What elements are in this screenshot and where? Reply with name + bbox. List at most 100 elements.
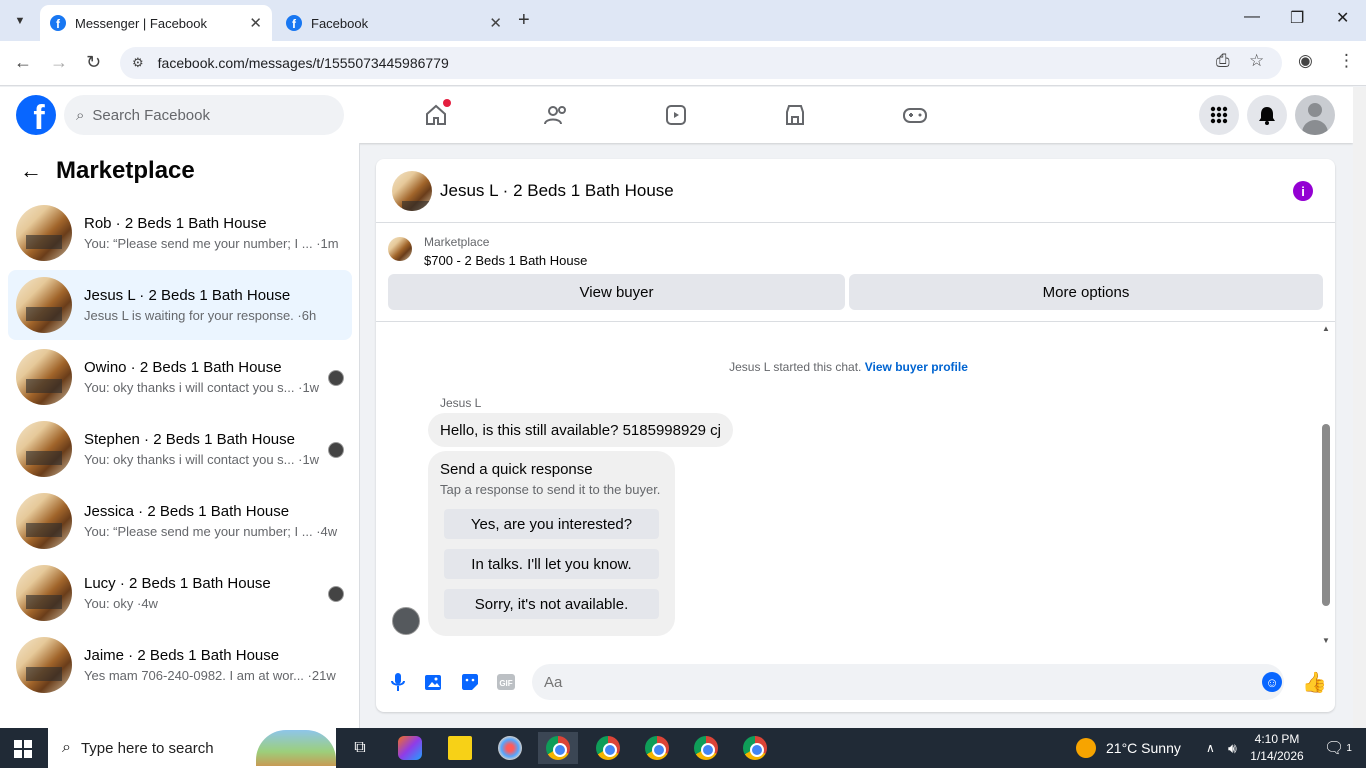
minimize-button[interactable]: —	[1244, 8, 1260, 26]
thumbs-up-icon[interactable]: 👍	[1302, 670, 1327, 695]
volume-icon[interactable]: 🔊︎	[1228, 728, 1237, 768]
microphone-icon[interactable]	[388, 672, 408, 692]
paint-app-icon[interactable]	[490, 732, 530, 764]
chrome-app-icon[interactable]	[538, 732, 578, 764]
sticky-notes-icon[interactable]	[440, 732, 480, 764]
quick-response-in-talks[interactable]: In talks. I'll let you know.	[444, 549, 659, 579]
browser-tab-bar: ▼ f Messenger | Facebook ✕ f Facebook ✕ …	[0, 0, 1366, 41]
show-hidden-icons[interactable]: ∧	[1206, 728, 1215, 768]
conversation-preview: You: oky ·4w	[84, 596, 158, 611]
tab-facebook[interactable]: f Facebook ✕	[276, 5, 512, 41]
reload-button[interactable]: ↻	[86, 52, 101, 73]
url-field[interactable]: ⚙ facebook.com/messages/t/15550734459867…	[120, 47, 1282, 79]
site-info-icon[interactable]: ⚙	[132, 55, 144, 71]
listing-thumbnail	[16, 421, 72, 477]
scroll-thumb[interactable]	[1322, 424, 1330, 606]
conversation-preview: You: oky thanks i will contact you s... …	[84, 380, 320, 395]
account-avatar[interactable]	[1295, 95, 1335, 135]
close-window-button[interactable]: ✕	[1336, 8, 1349, 28]
listing-thumbnail	[16, 565, 72, 621]
started-text: Jesus L started this chat.	[729, 360, 862, 374]
tab-title: Facebook	[311, 15, 369, 31]
restore-button[interactable]: ❐	[1290, 8, 1304, 28]
view-buyer-profile-link[interactable]: View buyer profile	[865, 360, 968, 374]
facebook-logo-icon[interactable]: f	[16, 95, 56, 135]
photo-icon[interactable]	[424, 672, 444, 692]
listing-price[interactable]: $700 - 2 Beds 1 Bath House	[424, 253, 587, 268]
listing-thumbnail	[16, 493, 72, 549]
taskbar-clock[interactable]: 4:10 PM 1/14/2026	[1244, 731, 1310, 765]
weather-text: 21°C Sunny	[1106, 740, 1181, 756]
quick-response-not-available[interactable]: Sorry, it's not available.	[444, 589, 659, 619]
sender-avatar[interactable]	[392, 607, 420, 635]
profile-icon[interactable]: ◉	[1298, 51, 1313, 71]
tab-search-button[interactable]: ▼	[6, 7, 34, 35]
message-input[interactable]	[532, 664, 1284, 700]
close-tab-icon[interactable]: ✕	[249, 14, 262, 32]
tab-messenger[interactable]: f Messenger | Facebook ✕	[40, 5, 272, 41]
menu-grid-icon[interactable]	[1199, 95, 1239, 135]
thread-scrollbar[interactable]: ▲ ▼	[1320, 324, 1332, 649]
chrome-profile-4-icon[interactable]	[686, 732, 726, 764]
back-arrow-icon[interactable]: ←	[20, 158, 42, 184]
listing-thumbnail[interactable]	[392, 170, 432, 211]
conversation-item[interactable]: Lucy · 2 Beds 1 Bath House You: oky ·4w	[8, 558, 352, 628]
scroll-up-icon[interactable]: ▲	[1322, 324, 1330, 333]
chrome-profile-2-icon[interactable]	[588, 732, 628, 764]
video-icon[interactable]	[661, 101, 691, 129]
taskbar-search-placeholder: Type here to search	[80, 739, 214, 757]
chrome-profile-3-icon[interactable]	[637, 732, 677, 764]
quick-response-yes[interactable]: Yes, are you interested?	[444, 509, 659, 539]
conversation-item[interactable]: Stephen · 2 Beds 1 Bath House You: oky th…	[8, 414, 352, 484]
windows-start-icon[interactable]	[14, 740, 32, 758]
clock-date: 1/14/2026	[1250, 749, 1304, 763]
conversation-preview: You: “Please send me your number; I ... …	[84, 524, 338, 539]
install-app-icon[interactable]: ⎙	[1216, 51, 1230, 71]
bookmark-star-icon[interactable]: ☆	[1249, 51, 1264, 71]
conversation-item[interactable]: Owino · 2 Beds 1 Bath House You: oky than…	[8, 342, 352, 412]
listing-mini-thumbnail[interactable]	[388, 237, 412, 261]
address-bar: ← → ↻ ⚙ facebook.com/messages/t/15550734…	[0, 41, 1366, 86]
conversation-item[interactable]: Jaime · 2 Beds 1 Bath House Yes mam 706-2…	[8, 630, 352, 700]
browser-menu-icon[interactable]: ⋮	[1338, 51, 1355, 71]
scroll-down-icon[interactable]: ▼	[1322, 636, 1330, 645]
gaming-icon[interactable]	[900, 101, 930, 129]
marketplace-icon[interactable]	[780, 101, 810, 129]
chat-title[interactable]: Jesus L · 2 Beds 1 Bath House	[440, 181, 674, 201]
conversation-item[interactable]: Jessica · 2 Beds 1 Bath House You: “Pleas…	[8, 486, 352, 556]
more-options-button[interactable]: More options	[849, 274, 1323, 310]
emoji-icon[interactable]: ☺	[1262, 672, 1282, 692]
conversation-name: Stephen · 2 Beds 1 Bath House	[84, 431, 295, 448]
back-button[interactable]: ←	[14, 52, 32, 73]
notification-center-icon[interactable]: 🗨︎ 1	[1324, 728, 1352, 768]
gif-icon[interactable]: GIF	[496, 672, 516, 692]
friends-icon[interactable]	[541, 101, 571, 129]
weather-widget[interactable]: 21°C Sunny	[1076, 728, 1181, 768]
svg-text:GIF: GIF	[499, 679, 512, 688]
conversation-item[interactable]: Rob · 2 Beds 1 Bath House You: “Please se…	[8, 198, 352, 268]
task-view-icon[interactable]: ⧉	[340, 732, 380, 764]
quick-response-subtitle: Tap a response to send it to the buyer.	[440, 482, 661, 497]
search-placeholder: Search Facebook	[92, 106, 210, 124]
facebook-search-input[interactable]: ⌕ Search Facebook	[64, 95, 344, 135]
sticker-icon[interactable]	[460, 672, 480, 692]
sun-icon	[1076, 738, 1096, 758]
chrome-profile-5-icon[interactable]	[735, 732, 775, 764]
sidebar-header: ← Marketplace	[20, 157, 195, 185]
forward-button[interactable]: →	[50, 52, 68, 73]
conversation-name: Rob · 2 Beds 1 Bath House	[84, 215, 267, 232]
view-buyer-button[interactable]: View buyer	[388, 274, 845, 310]
listing-thumbnail	[16, 277, 72, 333]
info-icon[interactable]: i	[1293, 181, 1313, 201]
home-icon[interactable]	[421, 99, 451, 129]
bell-icon[interactable]	[1247, 95, 1287, 135]
new-tab-button[interactable]: +	[518, 9, 530, 32]
page-scrollbar[interactable]	[1353, 87, 1366, 728]
taskbar-search-box[interactable]: ⌕ Type here to search	[48, 728, 336, 768]
conversation-preview: You: “Please send me your number; I ... …	[84, 236, 339, 251]
conversation-item[interactable]: Jesus L · 2 Beds 1 Bath House Jesus L is …	[8, 270, 352, 340]
copilot-icon[interactable]	[390, 732, 430, 764]
conversation-text: Jessica · 2 Beds 1 Bath House You: “Pleas…	[84, 503, 337, 539]
close-tab-icon[interactable]: ✕	[489, 14, 502, 32]
message-composer: GIF ☺ 👍	[376, 662, 1335, 702]
